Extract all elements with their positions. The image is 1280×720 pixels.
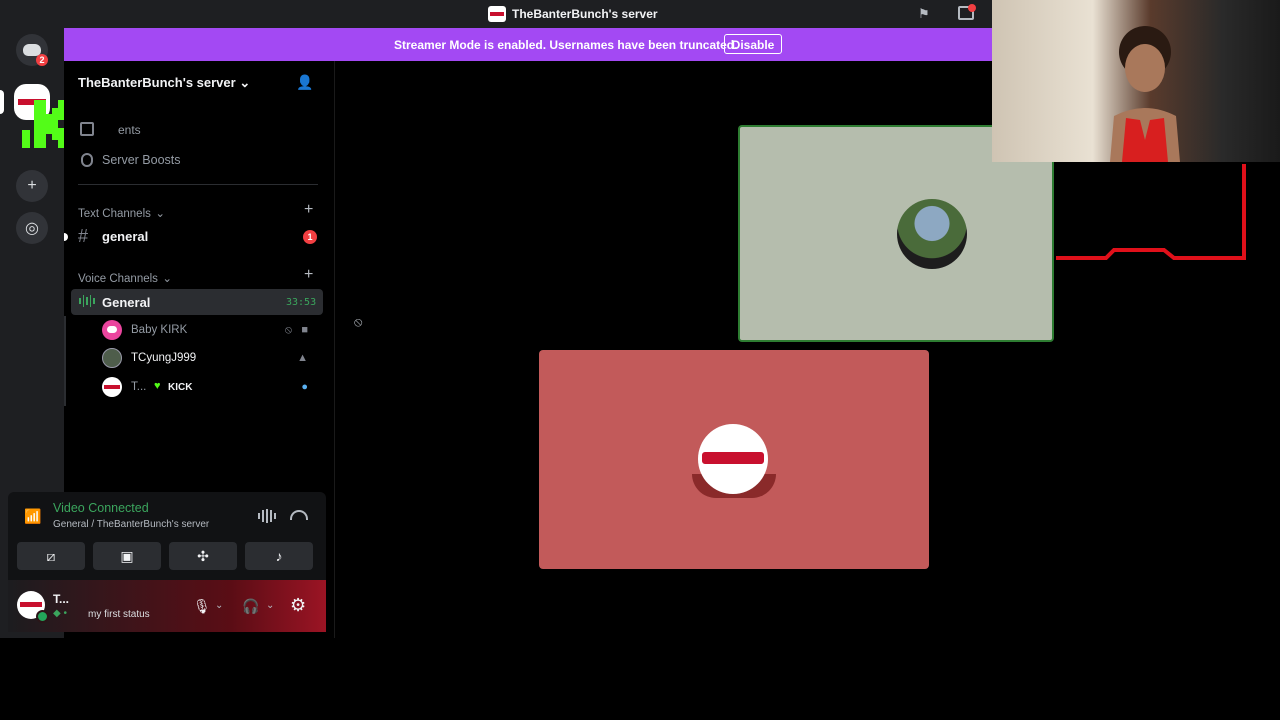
screen-share-icon[interactable] [958,4,976,20]
server-boosts-item[interactable]: Server Boosts [102,153,181,167]
member-name: TCyungJ999 [131,352,197,364]
mic-muted-icon: ⦸ [284,324,292,336]
voice-connection-status[interactable]: Video Connected [53,501,149,515]
voice-member[interactable]: T... ♥ KICK ● [102,377,322,399]
plus-icon: + [27,177,37,194]
member-name: T... [131,381,147,393]
share-screen-button[interactable]: ▣ [93,542,161,570]
soundboard-button[interactable]: ♪ [245,542,313,570]
banner-text: Streamer Mode is enabled. Usernames have… [394,38,738,52]
create-text-channel-button[interactable]: + [304,201,313,219]
voice-connection-location[interactable]: General / TheBanterBunch's server [53,519,209,530]
mention-badge: 1 [303,230,317,244]
green-heart-icon: ♥ [154,380,161,392]
mic-muted-icon: ⦸ [354,314,363,329]
home-notification-badge: 2 [36,54,48,66]
create-voice-channel-button[interactable]: + [304,266,313,284]
video-icon: ■ [301,324,308,336]
voice-channel-label: General [102,295,151,310]
flag-icon[interactable]: ⚑ [918,6,934,22]
add-server-button[interactable]: + [16,170,48,202]
window-title: TheBanterBunch's server [512,7,658,21]
speech-bubble-icon: ● [301,381,308,393]
category-label: Text Channels [78,208,151,220]
camera-off-icon: ⧄ [46,547,56,564]
hash-icon: # [78,226,89,246]
stream-frame-decoration [1056,164,1246,260]
category-label: Voice Channels [78,273,158,285]
screen-share-icon: ▣ [120,547,134,564]
soundboard-icon: ♪ [275,548,283,564]
voice-timer: 33:53 [286,297,317,308]
microphone-icon[interactable]: 🎙 [193,598,211,615]
calendar-icon [80,122,94,136]
voice-channels-category[interactable]: Voice Channels ⌄ [78,269,172,287]
voice-member[interactable]: Baby KIRK ⦸ ■ [102,320,322,342]
avatar [897,199,967,269]
server-name-label: TheBanterBunch's server [78,75,236,90]
explore-servers-button[interactable]: ◎ [16,212,48,244]
chevron-down-icon: ⌄ [155,208,165,220]
speaker-icon: ◆ • [53,608,67,619]
server-name-header[interactable]: TheBanterBunch's server ⌄ [78,75,250,91]
activities-button[interactable]: ✣ [169,542,237,570]
text-channels-category[interactable]: Text Channels ⌄ [78,204,165,222]
disable-streamer-mode-button[interactable]: Disable [724,34,782,54]
activity-icon: ✣ [197,547,209,564]
user-name[interactable]: T... [53,592,69,606]
invite-people-icon[interactable]: 👤 [296,74,313,90]
channel-general[interactable]: general [102,229,148,244]
avatar [102,320,122,340]
noise-suppression-icon[interactable] [258,509,276,523]
chevron-down-icon: ⌄ [162,273,173,285]
voice-member[interactable]: TCyungJ999 ▲ [102,348,322,370]
headset-icon[interactable]: 🎧 [242,598,259,615]
member-name: Baby KIRK [131,324,188,336]
streamer-webcam-image [1110,26,1180,162]
divider [78,184,318,185]
camera-off-button[interactable]: ⧄ [17,542,85,570]
custom-status[interactable]: my first status [88,609,150,620]
active-server-indicator [0,90,4,114]
compass-icon: ◎ [25,220,39,237]
playstation-icon: ▲ [297,352,308,364]
member-tag: KICK [168,382,193,393]
connection-signal-icon[interactable]: 📶 [24,508,41,524]
avatar [102,377,122,397]
voice-members-guide [64,316,66,406]
chevron-down-icon[interactable]: ⌄ [215,600,223,611]
chevron-down-icon: ⌄ [239,75,251,90]
chevron-down-icon[interactable]: ⌄ [266,600,274,611]
avatar [102,348,122,368]
events-item[interactable]: ents [118,123,141,137]
server-logo-icon [488,6,506,22]
avatar [698,424,768,494]
boost-icon [81,153,93,167]
user-panel [8,580,326,632]
gear-icon[interactable]: ⚙ [290,595,306,616]
online-status-icon [36,610,49,623]
voice-activity-icon [79,295,95,307]
